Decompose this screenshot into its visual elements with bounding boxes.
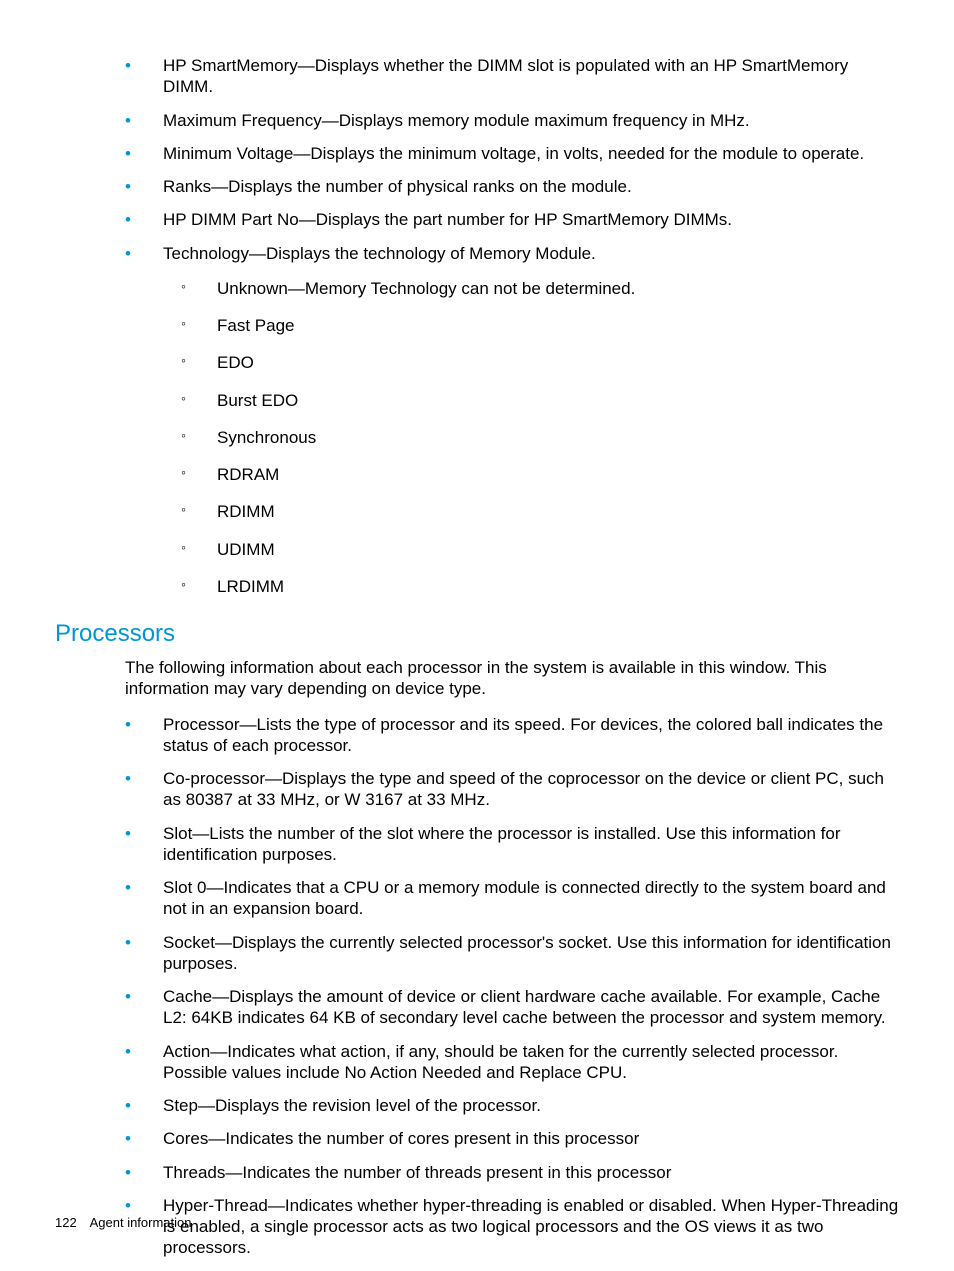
processors-list: Processor—Lists the type of processor an… [125, 714, 899, 1259]
list-item: Processor—Lists the type of processor an… [125, 714, 899, 757]
list-item: Slot—Lists the number of the slot where … [125, 823, 899, 866]
sublist-item: Synchronous [163, 427, 899, 448]
processors-heading: Processors [55, 619, 899, 649]
memory-list: HP SmartMemory—Displays whether the DIMM… [125, 55, 899, 597]
list-item: HP SmartMemory—Displays whether the DIMM… [125, 55, 899, 98]
processors-intro: The following information about each pro… [125, 657, 899, 700]
page-number: 122 [55, 1215, 77, 1230]
list-item: Cores—Indicates the number of cores pres… [125, 1128, 899, 1149]
list-item: Technology—Displays the technology of Me… [125, 243, 899, 598]
list-item: Ranks—Displays the number of physical ra… [125, 176, 899, 197]
list-item: Co-processor—Displays the type and speed… [125, 768, 899, 811]
sublist-item: Unknown—Memory Technology can not be det… [163, 278, 899, 299]
list-item: Maximum Frequency—Displays memory module… [125, 110, 899, 131]
list-item: Hyper-Thread—Indicates whether hyper-thr… [125, 1195, 899, 1259]
list-item: Slot 0—Indicates that a CPU or a memory … [125, 877, 899, 920]
sublist-item: Fast Page [163, 315, 899, 336]
list-item: Step—Displays the revision level of the … [125, 1095, 899, 1116]
sublist-item: RDRAM [163, 464, 899, 485]
footer-label: Agent information [90, 1215, 192, 1230]
list-item: Action—Indicates what action, if any, sh… [125, 1041, 899, 1084]
page-content: HP SmartMemory—Displays whether the DIMM… [0, 0, 954, 1259]
list-item: Socket—Displays the currently selected p… [125, 932, 899, 975]
sublist-item: Burst EDO [163, 390, 899, 411]
technology-sublist: Unknown—Memory Technology can not be det… [163, 278, 899, 597]
list-item: Minimum Voltage—Displays the minimum vol… [125, 143, 899, 164]
sublist-item: RDIMM [163, 501, 899, 522]
page-footer: 122 Agent information [55, 1215, 192, 1231]
list-item: HP DIMM Part No—Displays the part number… [125, 209, 899, 230]
sublist-item: EDO [163, 352, 899, 373]
list-item: Threads—Indicates the number of threads … [125, 1162, 899, 1183]
sublist-item: UDIMM [163, 539, 899, 560]
sublist-item: LRDIMM [163, 576, 899, 597]
list-item: Cache—Displays the amount of device or c… [125, 986, 899, 1029]
list-item-text: Technology—Displays the technology of Me… [163, 244, 596, 263]
